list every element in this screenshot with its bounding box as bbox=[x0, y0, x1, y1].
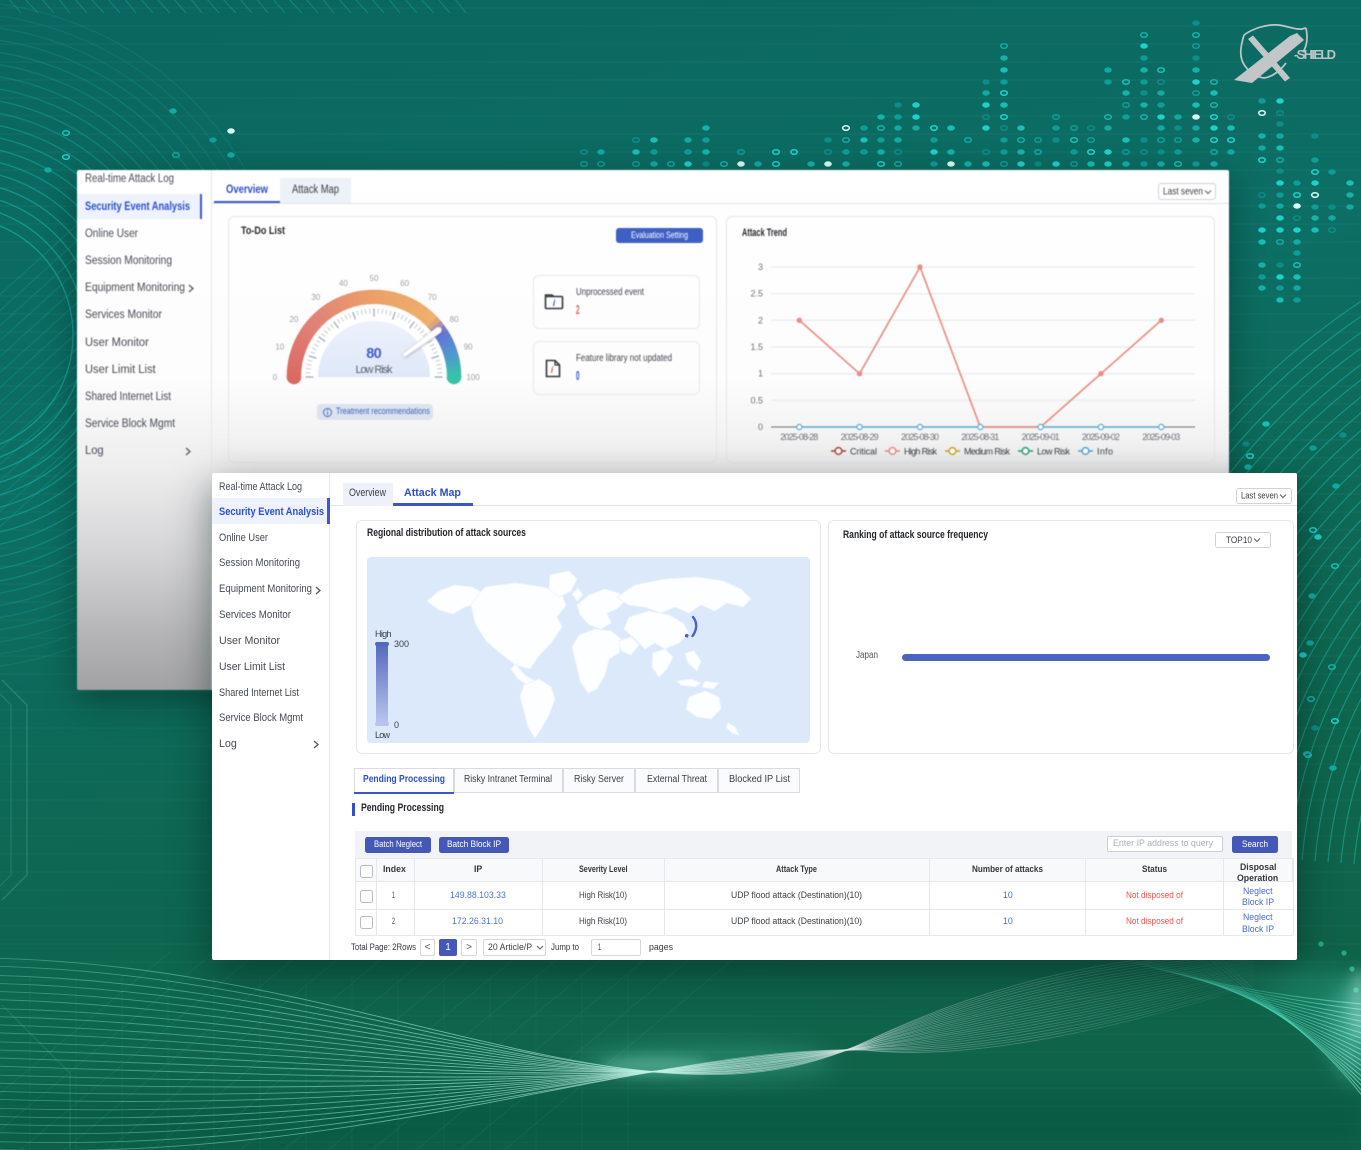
svg-text:90: 90 bbox=[464, 343, 473, 352]
svg-text:Low Risk: Low Risk bbox=[356, 364, 394, 376]
svg-text:High: High bbox=[375, 629, 392, 639]
svg-text:1: 1 bbox=[758, 369, 763, 379]
svg-text:80: 80 bbox=[450, 315, 459, 324]
svg-text:70: 70 bbox=[428, 293, 437, 302]
svg-text:2025-08-30: 2025-08-30 bbox=[901, 432, 939, 442]
svg-text:0: 0 bbox=[394, 720, 399, 730]
svg-text:100: 100 bbox=[466, 373, 480, 382]
svg-text:10: 10 bbox=[275, 343, 284, 352]
svg-text:2025-09-03: 2025-09-03 bbox=[1142, 432, 1180, 442]
svg-text:High Risk: High Risk bbox=[904, 447, 938, 457]
svg-text:40: 40 bbox=[339, 279, 348, 288]
svg-text:i: i bbox=[553, 298, 556, 308]
svg-text:-SHIELD: -SHIELD bbox=[1294, 47, 1336, 62]
svg-text:2: 2 bbox=[758, 316, 763, 326]
svg-text:20: 20 bbox=[289, 315, 298, 324]
svg-text:2025-09-02: 2025-09-02 bbox=[1082, 432, 1120, 442]
svg-text:2025-09-01: 2025-09-01 bbox=[1022, 432, 1060, 442]
svg-text:Critical: Critical bbox=[850, 447, 877, 457]
svg-text:300: 300 bbox=[394, 639, 409, 649]
svg-text:80: 80 bbox=[366, 346, 382, 362]
svg-text:2025-08-29: 2025-08-29 bbox=[841, 432, 879, 442]
svg-text:2025-08-28: 2025-08-28 bbox=[780, 432, 818, 442]
svg-text:i: i bbox=[551, 365, 554, 375]
svg-text:Info: Info bbox=[1097, 447, 1113, 457]
svg-text:0: 0 bbox=[758, 422, 763, 432]
svg-text:2025-08-31: 2025-08-31 bbox=[961, 432, 999, 442]
svg-text:Low Risk: Low Risk bbox=[1037, 447, 1071, 457]
svg-text:Medium Risk: Medium Risk bbox=[964, 447, 1011, 457]
svg-text:2.5: 2.5 bbox=[750, 289, 763, 299]
svg-text:Low: Low bbox=[375, 730, 391, 740]
svg-text:0: 0 bbox=[273, 373, 278, 382]
svg-text:1.5: 1.5 bbox=[750, 342, 763, 352]
svg-text:60: 60 bbox=[400, 279, 409, 288]
svg-text:3: 3 bbox=[758, 262, 763, 272]
svg-text:0.5: 0.5 bbox=[750, 396, 763, 406]
svg-text:30: 30 bbox=[311, 293, 320, 302]
svg-text:50: 50 bbox=[370, 274, 379, 283]
